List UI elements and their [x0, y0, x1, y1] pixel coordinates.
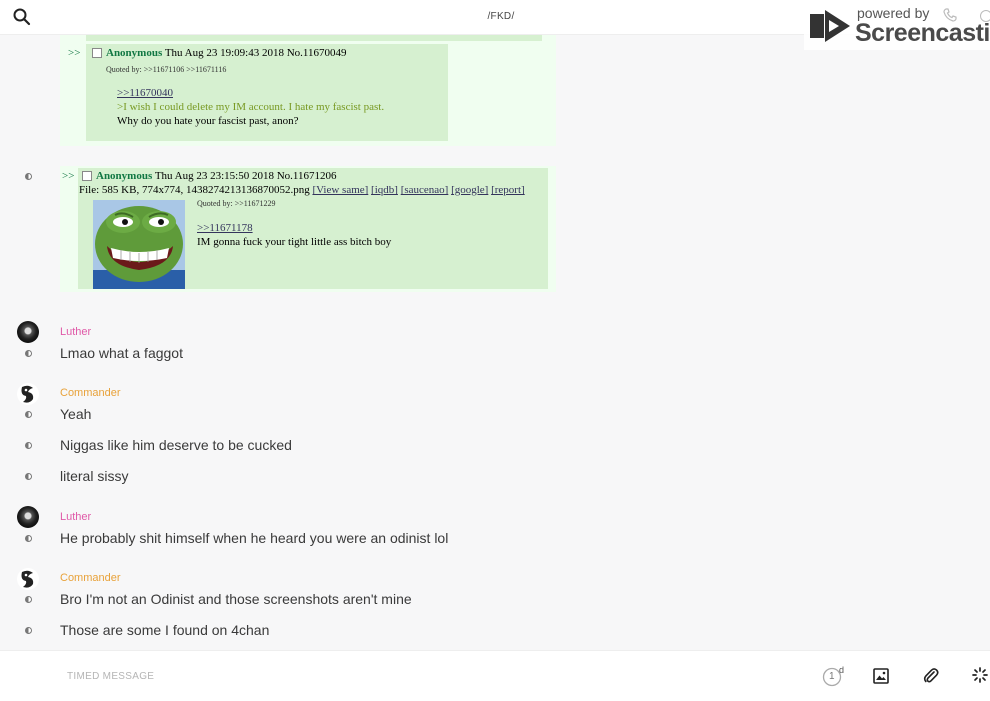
- read-status-icon: [25, 173, 32, 180]
- post-body: Why do you hate your fascist past, anon?: [117, 115, 299, 127]
- post-arrows: >>: [62, 170, 75, 182]
- message-author: Luther: [60, 511, 92, 523]
- watermark-brand-text: Screencastify: [855, 19, 990, 47]
- message-text: Bro I'm not an Odinist and those screens…: [60, 591, 412, 607]
- file-link-iqdb: [iqdb]: [371, 184, 398, 196]
- read-status-icon: [25, 442, 32, 449]
- timer-unit: d: [839, 665, 845, 675]
- avatar-luther[interactable]: [17, 506, 39, 528]
- post-author: Anonymous: [96, 170, 153, 182]
- file-link-report: [report]: [491, 184, 525, 196]
- read-status-icon: [25, 596, 32, 603]
- post-header: Anonymous Thu Aug 23 19:09:43 2018 No.11…: [92, 47, 347, 59]
- post-checkbox: [92, 48, 102, 59]
- avatar-luther[interactable]: [17, 321, 39, 343]
- message-author: Commander: [60, 387, 121, 399]
- read-status-icon: [25, 535, 32, 542]
- phone-icon[interactable]: [943, 8, 957, 22]
- message-author: Commander: [60, 572, 121, 584]
- post-body: IM gonna fuck your tight little ass bitc…: [197, 236, 392, 248]
- post-reply-link: >>11670040: [117, 87, 173, 99]
- message-input[interactable]: TIMED MESSAGE: [67, 671, 154, 682]
- avatar-commander[interactable]: [17, 568, 39, 590]
- file-link-saucenao: [saucenao]: [400, 184, 449, 196]
- message-text: Yeah: [60, 406, 92, 422]
- message-text: literal sissy: [60, 468, 129, 484]
- post-author: Anonymous: [106, 47, 163, 59]
- message-author: Luther: [60, 326, 92, 338]
- screencastify-logo-icon: [810, 10, 850, 42]
- message-text: He probably shit himself when he heard y…: [60, 530, 449, 546]
- post-greentext: >I wish I could delete my IM account. I …: [117, 101, 385, 113]
- chat-header: /FKD/ powered by Screencastify: [0, 0, 990, 50]
- read-status-icon: [25, 473, 32, 480]
- paperclip-icon[interactable]: [923, 667, 939, 690]
- pepe-image: [93, 200, 185, 289]
- forum-post: Anonymous Thu Aug 23 19:09:43 2018 No.11…: [86, 44, 448, 141]
- message-text: Lmao what a faggot: [60, 345, 183, 361]
- timer-value: 1: [829, 671, 835, 682]
- message-text: Niggas like him deserve to be cucked: [60, 437, 292, 453]
- read-status-icon: [25, 411, 32, 418]
- post-checkbox: [82, 171, 92, 182]
- message-composer: TIMED MESSAGE 1 d: [0, 650, 990, 701]
- forum-post: Anonymous Thu Aug 23 23:15:50 2018 No.11…: [78, 168, 548, 289]
- post-quoted-by: Quoted by: >>11671106 >>11671116: [106, 65, 227, 74]
- image-icon[interactable]: [873, 668, 889, 689]
- read-status-icon: [25, 627, 32, 634]
- post-datetime: Thu Aug 23 19:09:43 2018 No.11670049: [164, 47, 347, 59]
- screenshot-image-1[interactable]: >> Anonymous Thu Aug 23 19:09:43 2018 No…: [60, 34, 556, 146]
- post-file-info: File: 585 KB, 774x774, 14382742131368700…: [79, 184, 525, 196]
- info-icon[interactable]: [980, 10, 990, 22]
- file-link-view-same: [View same]: [312, 184, 369, 196]
- post-header: Anonymous Thu Aug 23 23:15:50 2018 No.11…: [82, 170, 337, 182]
- spinner-icon[interactable]: [972, 667, 988, 688]
- screenshot-image-2[interactable]: >> Anonymous Thu Aug 23 23:15:50 2018 No…: [60, 166, 556, 292]
- file-link-google: [google]: [451, 184, 489, 196]
- read-status-icon: [25, 350, 32, 357]
- screencastify-watermark: powered by Screencastify: [804, 2, 990, 50]
- post-arrows: >>: [68, 47, 81, 59]
- previous-post-strip: [86, 34, 542, 41]
- message-text: Those are some I found on 4chan: [60, 622, 270, 638]
- avatar-commander[interactable]: [17, 383, 39, 405]
- post-quoted-by: Quoted by: >>11671229: [197, 199, 276, 208]
- post-reply-link: >>11671178: [197, 222, 253, 234]
- timer-button[interactable]: 1 d: [822, 665, 848, 688]
- post-datetime: Thu Aug 23 23:15:50 2018 No.11671206: [154, 170, 337, 182]
